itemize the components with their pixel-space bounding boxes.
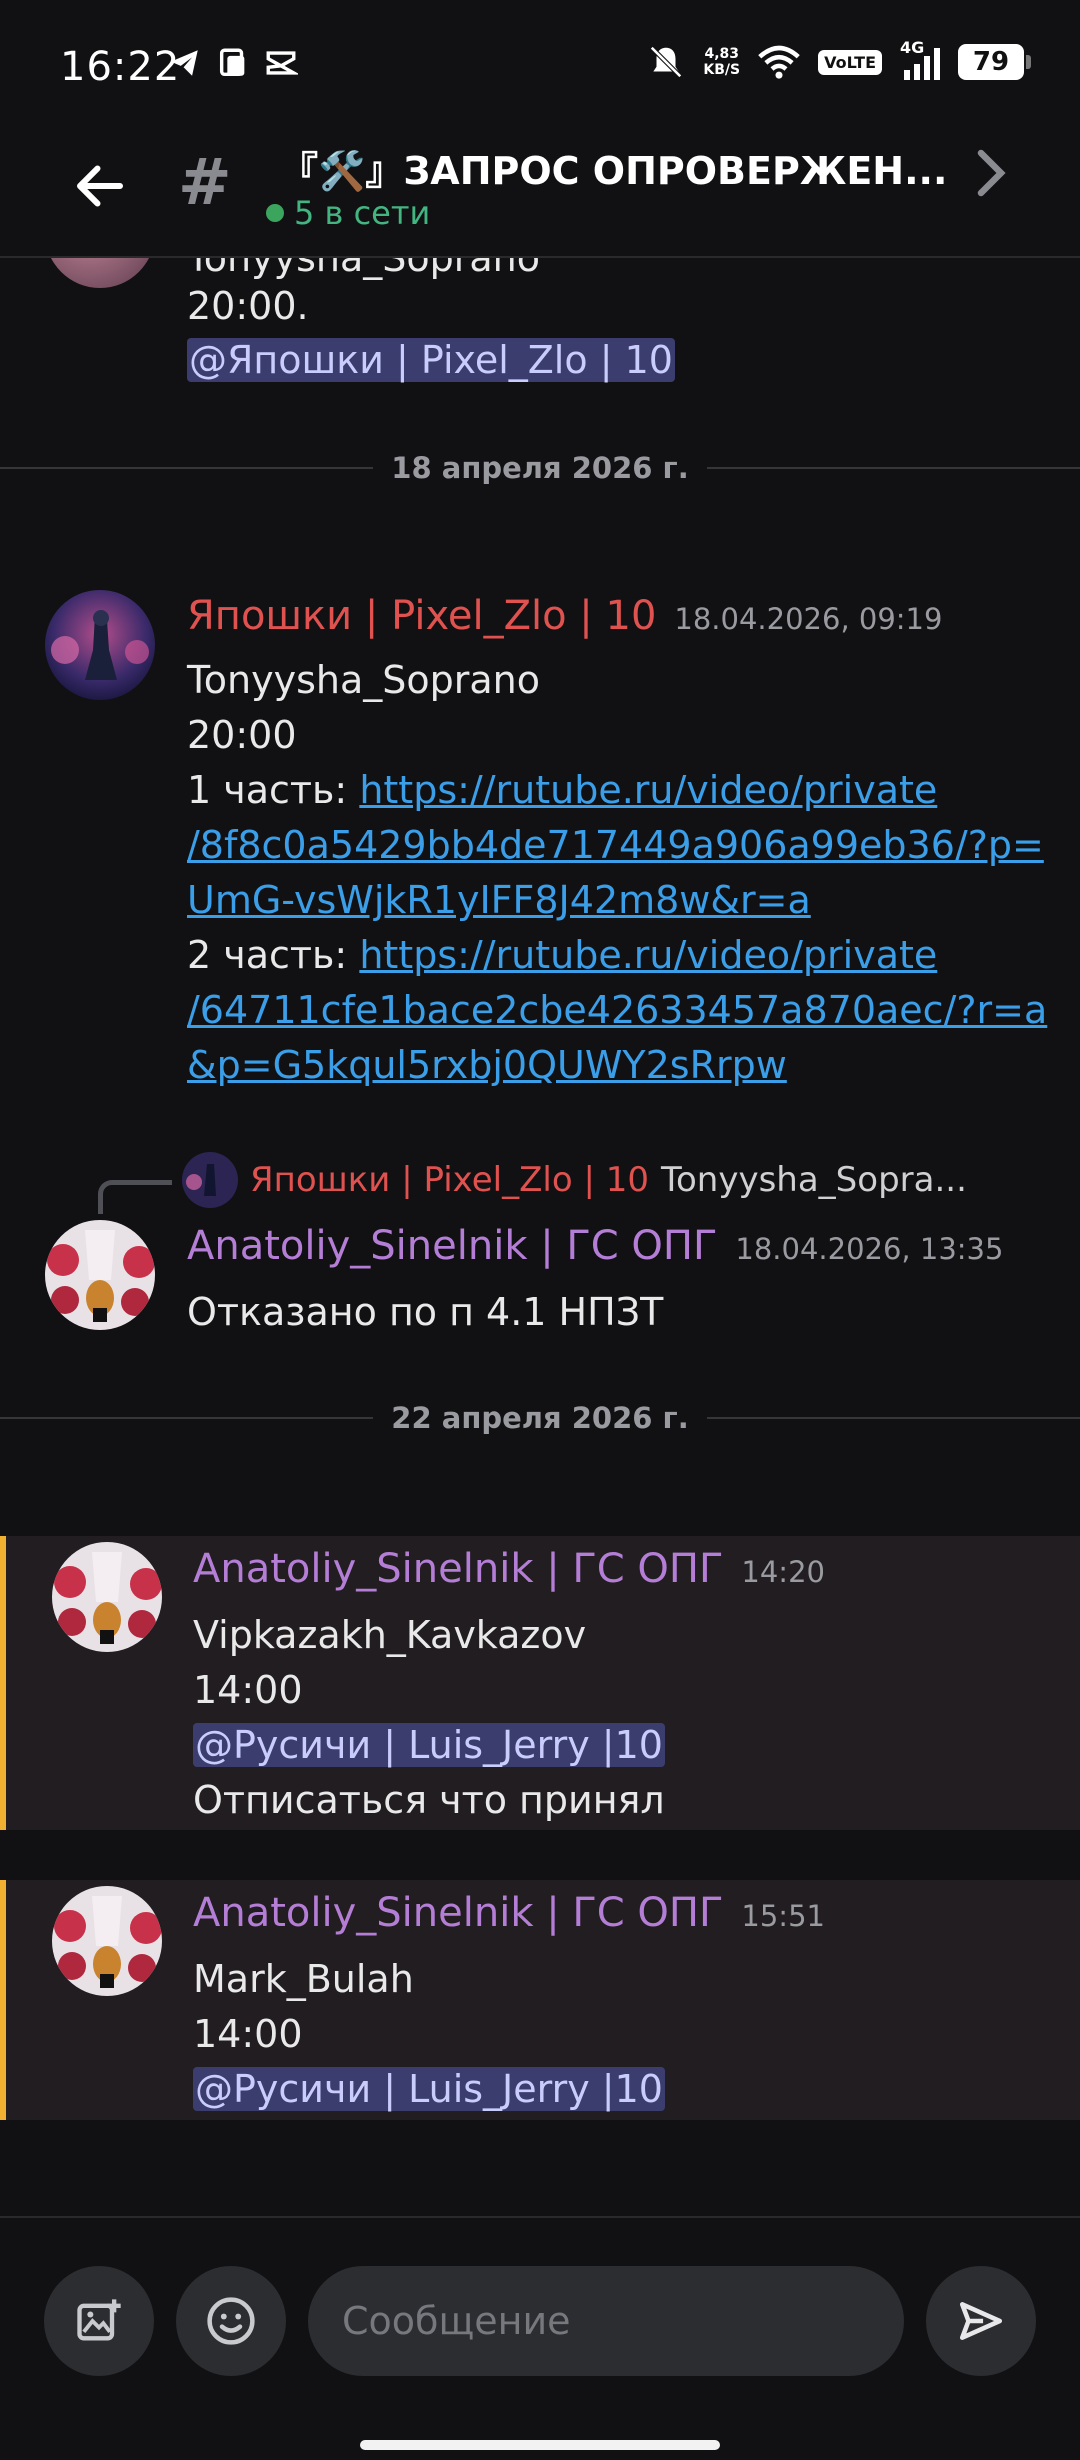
channel-title[interactable]: 『🛠️』ЗАПРОС ОПРОВЕРЖЕН... [280,140,960,195]
reply-preview[interactable]: Япошки | Pixel_Zlo | 10 Tonyysha_Sopra..… [182,1152,967,1208]
date-separator: 18 апреля 2026 г. [0,448,1080,488]
date-separator-text: 18 апреля 2026 г. [391,451,689,485]
video-link-1-cont[interactable]: /8f8c0a5429bb4de717449a906a99eb36/?p= [187,823,1044,867]
author-name[interactable]: Япошки | Pixel_Zlo | 10 [187,593,656,639]
volte-badge: VoLTE [818,49,882,75]
reply-connector [98,1180,172,1214]
avatar[interactable] [52,1542,162,1652]
message-line: Tonyysha_Soprano [187,658,540,702]
reply-avatar [182,1152,238,1208]
message-timestamp: 18.04.2026, 13:35 [735,1232,1004,1266]
message-line: Mark_Bulah [193,1957,414,2001]
message-line: @Русичи | Luis_Jerry |10 [193,1723,665,1767]
emoji-icon [207,2297,255,2345]
message-header: Anatoliy_Sinelnik | ГС ОПГ 14:20 [193,1546,825,1592]
add-image-button[interactable] [44,2266,154,2376]
message-line: /64711cfe1bace2cbe42633457a870aec/?r=a [187,988,1047,1032]
avatar[interactable] [45,590,155,700]
add-image-icon [77,2299,121,2341]
hash-icon: # [178,146,232,220]
video-link-2-cont[interactable]: /64711cfe1bace2cbe42633457a870aec/?r=a [187,988,1047,1032]
net-speed-unit: KB/S [703,62,741,78]
link-label: 1 часть: [187,768,360,812]
send-button[interactable] [926,2266,1036,2376]
reply-text: Tonyysha_Sopra... [661,1160,967,1200]
message-line: 2 часть: https://rutube.ru/video/private [187,933,937,977]
message-line: 20:00 [187,713,297,757]
online-count: 5 в сети [294,194,431,232]
message-timestamp: 18.04.2026, 09:19 [674,602,943,636]
message-line: @Япошки | Pixel_Zlo | 10 [187,338,675,382]
message-input[interactable]: Сообщение [308,2266,904,2376]
message-line: 1 часть: https://rutube.ru/video/private [187,768,937,812]
message-header: Anatoliy_Sinelnik | ГС ОПГ 15:51 [193,1890,825,1936]
message-line: &p=G5kqul5rxbj0QUWY2sRrpw [187,1043,787,1087]
status-left-icons [168,46,298,80]
mention[interactable]: @Русичи | Luis_Jerry |10 [193,2067,665,2111]
online-status: 5 в сети [266,194,430,232]
status-time: 16:22 [60,44,181,90]
net-speed: 4,83 KB/S [703,46,740,78]
avatar[interactable] [52,1886,162,1996]
mention[interactable]: @Русичи | Luis_Jerry |10 [193,1723,665,1767]
send-icon [959,2302,1003,2340]
net-speed-value: 4,83 [704,46,740,62]
message-line: @Русичи | Luis_Jerry |10 [193,2067,665,2111]
status-right-icons: 4,83 KB/S VoLTE 4G 79 [647,38,1031,82]
link-label: 2 часть: [187,933,360,977]
message-line: Tonyysha_Soprano [187,258,540,280]
message-line: Отписаться что принял [193,1778,665,1822]
video-link-2[interactable]: https://rutube.ru/video/private [359,933,937,977]
message-timestamp: 15:51 [741,1899,825,1933]
author-name[interactable]: Anatoliy_Sinelnik | ГС ОПГ [193,1890,723,1936]
status-bar: 16:22 4,83 KB/S VoLTE 4G 79 [0,0,1080,130]
battery-icon: 79 [958,44,1031,80]
message-line: 14:00 [193,1668,303,1712]
message-line: /8f8c0a5429bb4de717449a906a99eb36/?p= [187,823,1044,867]
channel-header[interactable]: # 『🛠️』ЗАПРОС ОПРОВЕРЖЕН... 5 в сети [0,130,1080,258]
message-composer: Сообщение [0,2216,1080,2460]
signal-icon: 4G [900,38,940,82]
message-line: 14:00 [193,2012,303,2056]
message-line: Vipkazakh_Kavkazov [193,1613,587,1657]
mute-bell-icon [650,46,683,78]
home-indicator[interactable] [360,2440,720,2450]
message-timestamp: 14:20 [741,1555,825,1589]
avatar[interactable] [45,258,155,288]
video-link-2-end[interactable]: &p=G5kqul5rxbj0QUWY2sRrpw [187,1043,787,1087]
author-name[interactable]: Anatoliy_Sinelnik | ГС ОПГ [193,1546,723,1592]
emoji-button[interactable] [176,2266,286,2376]
video-link-1-end[interactable]: UmG-vsWjkR1yIFF8J42m8w&r=a [187,878,811,922]
date-separator-text: 22 апреля 2026 г. [391,1401,689,1435]
avatar[interactable] [45,1220,155,1330]
wifi-icon [758,45,800,79]
message-list[interactable]: Tonyysha_Soprano 20:00. @Япошки | Pixel_… [0,258,1080,2218]
chevron-right-icon[interactable] [976,148,1006,198]
telegram-icon [170,50,198,76]
author-name[interactable]: Anatoliy_Sinelnik | ГС ОПГ [187,1223,717,1269]
back-arrow-icon[interactable] [70,156,130,216]
message-line: 20:00. [187,284,309,328]
capcut-icon [266,51,298,75]
date-separator: 22 апреля 2026 г. [0,1398,1080,1438]
message-header: Anatoliy_Sinelnik | ГС ОПГ 18.04.2026, 13… [187,1223,1003,1269]
mention[interactable]: @Япошки | Pixel_Zlo | 10 [187,338,675,382]
video-link-1[interactable]: https://rutube.ru/video/private [359,768,937,812]
screen-icon [219,48,245,77]
message-header: Япошки | Pixel_Zlo | 10 18.04.2026, 09:19 [187,593,942,639]
reply-author: Япошки | Pixel_Zlo | 10 [250,1160,649,1200]
message-line: UmG-vsWjkR1yIFF8J42m8w&r=a [187,878,811,922]
message-line: Отказано по п 4.1 НПЗТ [187,1290,664,1334]
online-dot [266,204,284,222]
